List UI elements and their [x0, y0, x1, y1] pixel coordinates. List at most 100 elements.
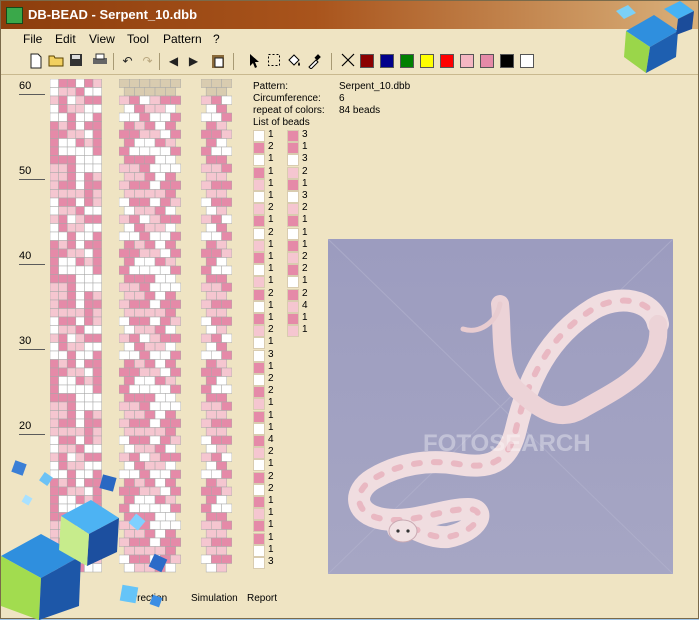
- bead-cell[interactable]: [123, 325, 135, 335]
- bead-cell[interactable]: [92, 367, 102, 377]
- bead-cell[interactable]: [159, 418, 171, 428]
- bead-cell[interactable]: [66, 172, 77, 182]
- bead-cell[interactable]: [154, 410, 166, 420]
- bead-cell[interactable]: [75, 299, 85, 309]
- bead-cell[interactable]: [66, 95, 77, 105]
- bead-cell[interactable]: [50, 316, 59, 326]
- bead-cell[interactable]: [75, 265, 85, 275]
- bead-cell[interactable]: [119, 367, 130, 377]
- bead-cell[interactable]: [154, 172, 166, 182]
- bead-cell[interactable]: [84, 359, 94, 369]
- bead-cell[interactable]: [149, 180, 161, 190]
- bead-cell[interactable]: [84, 384, 94, 394]
- bead-cell[interactable]: [149, 401, 161, 411]
- bead-cell[interactable]: [205, 444, 217, 454]
- bead-cell[interactable]: [221, 452, 232, 462]
- bead-cell[interactable]: [205, 155, 217, 165]
- bead-cell[interactable]: [58, 180, 68, 190]
- bead-cell[interactable]: [144, 427, 156, 437]
- bead-cell[interactable]: [211, 299, 222, 309]
- bead-cell[interactable]: [58, 223, 68, 233]
- bead-cell[interactable]: [139, 333, 151, 343]
- bead-cell[interactable]: [134, 308, 145, 318]
- bead-cell[interactable]: [119, 316, 130, 326]
- bead-cell[interactable]: [216, 444, 227, 454]
- bead-cell[interactable]: [170, 401, 181, 411]
- bead-cell[interactable]: [66, 155, 77, 165]
- bead-cell[interactable]: [170, 435, 181, 445]
- bead-cell[interactable]: [201, 350, 212, 360]
- bead-cell[interactable]: [165, 325, 176, 335]
- bead-cell[interactable]: [58, 265, 68, 275]
- bead-cell[interactable]: [75, 129, 85, 139]
- bead-cell[interactable]: [50, 291, 59, 301]
- bead-cell[interactable]: [129, 333, 140, 343]
- bead-cell[interactable]: [129, 146, 140, 156]
- bead-cell[interactable]: [221, 401, 232, 411]
- bead-cell[interactable]: [144, 155, 156, 165]
- bead-cell[interactable]: [154, 393, 166, 403]
- bead-cell[interactable]: [216, 546, 227, 556]
- bead-cell[interactable]: [66, 418, 77, 428]
- bead-cell[interactable]: [66, 265, 77, 275]
- bead-cell[interactable]: [129, 435, 140, 445]
- bead-cell[interactable]: [129, 265, 140, 275]
- bead-cell[interactable]: [165, 155, 176, 165]
- bead-cell[interactable]: [149, 367, 161, 377]
- bead-cell[interactable]: [201, 214, 212, 224]
- bead-cell[interactable]: [66, 189, 77, 199]
- bead-cell[interactable]: [84, 197, 94, 207]
- bead-cell[interactable]: [221, 333, 232, 343]
- bead-cell[interactable]: [129, 129, 140, 139]
- bead-cell[interactable]: [84, 435, 94, 445]
- bead-cell[interactable]: [211, 163, 222, 173]
- bead-cell[interactable]: [92, 87, 102, 97]
- bead-cell[interactable]: [92, 282, 102, 292]
- bead-cell[interactable]: [75, 79, 85, 88]
- bead-cell[interactable]: [66, 180, 77, 190]
- bead-cell[interactable]: [58, 95, 68, 105]
- bead-cell[interactable]: [92, 121, 102, 131]
- bead-cell[interactable]: [123, 308, 135, 318]
- bead-cell[interactable]: [139, 163, 151, 173]
- bead-cell[interactable]: [84, 146, 94, 156]
- bead-cell[interactable]: [84, 401, 94, 411]
- bead-cell[interactable]: [201, 452, 212, 462]
- bead-cell[interactable]: [129, 112, 140, 122]
- bead-cell[interactable]: [75, 223, 85, 233]
- bead-cell[interactable]: [211, 452, 222, 462]
- bead-cell[interactable]: [170, 146, 181, 156]
- bead-cell[interactable]: [66, 291, 77, 301]
- bead-cell[interactable]: [50, 163, 59, 173]
- bead-cell[interactable]: [134, 223, 145, 233]
- bead-cell[interactable]: [84, 79, 94, 88]
- bead-cell[interactable]: [170, 197, 181, 207]
- bead-cell[interactable]: [84, 189, 94, 199]
- bead-cell[interactable]: [92, 376, 102, 386]
- bead-cell[interactable]: [165, 359, 176, 369]
- bead-cell[interactable]: [84, 376, 94, 386]
- bead-cell[interactable]: [123, 410, 135, 420]
- bead-cell[interactable]: [221, 265, 232, 275]
- bead-cell[interactable]: [149, 248, 161, 258]
- bead-cell[interactable]: [50, 129, 59, 139]
- bead-cell[interactable]: [66, 248, 77, 258]
- bead-cell[interactable]: [139, 435, 151, 445]
- bead-cell[interactable]: [92, 214, 102, 224]
- bead-cell[interactable]: [92, 240, 102, 250]
- bead-cell[interactable]: [154, 359, 166, 369]
- bead-cell[interactable]: [75, 444, 85, 454]
- bead-cell[interactable]: [75, 367, 85, 377]
- bead-cell[interactable]: [92, 146, 102, 156]
- arrow-left-icon[interactable]: ◀: [165, 53, 182, 70]
- bead-cell[interactable]: [149, 163, 161, 173]
- bead-cell[interactable]: [139, 299, 151, 309]
- bead-cell[interactable]: [211, 333, 222, 343]
- bead-cell[interactable]: [159, 79, 171, 88]
- bead-cell[interactable]: [211, 537, 222, 547]
- bead-cell[interactable]: [66, 384, 77, 394]
- bead-cell[interactable]: [75, 240, 85, 250]
- bead-cell[interactable]: [84, 316, 94, 326]
- bead-cell[interactable]: [92, 350, 102, 360]
- bead-cell[interactable]: [154, 240, 166, 250]
